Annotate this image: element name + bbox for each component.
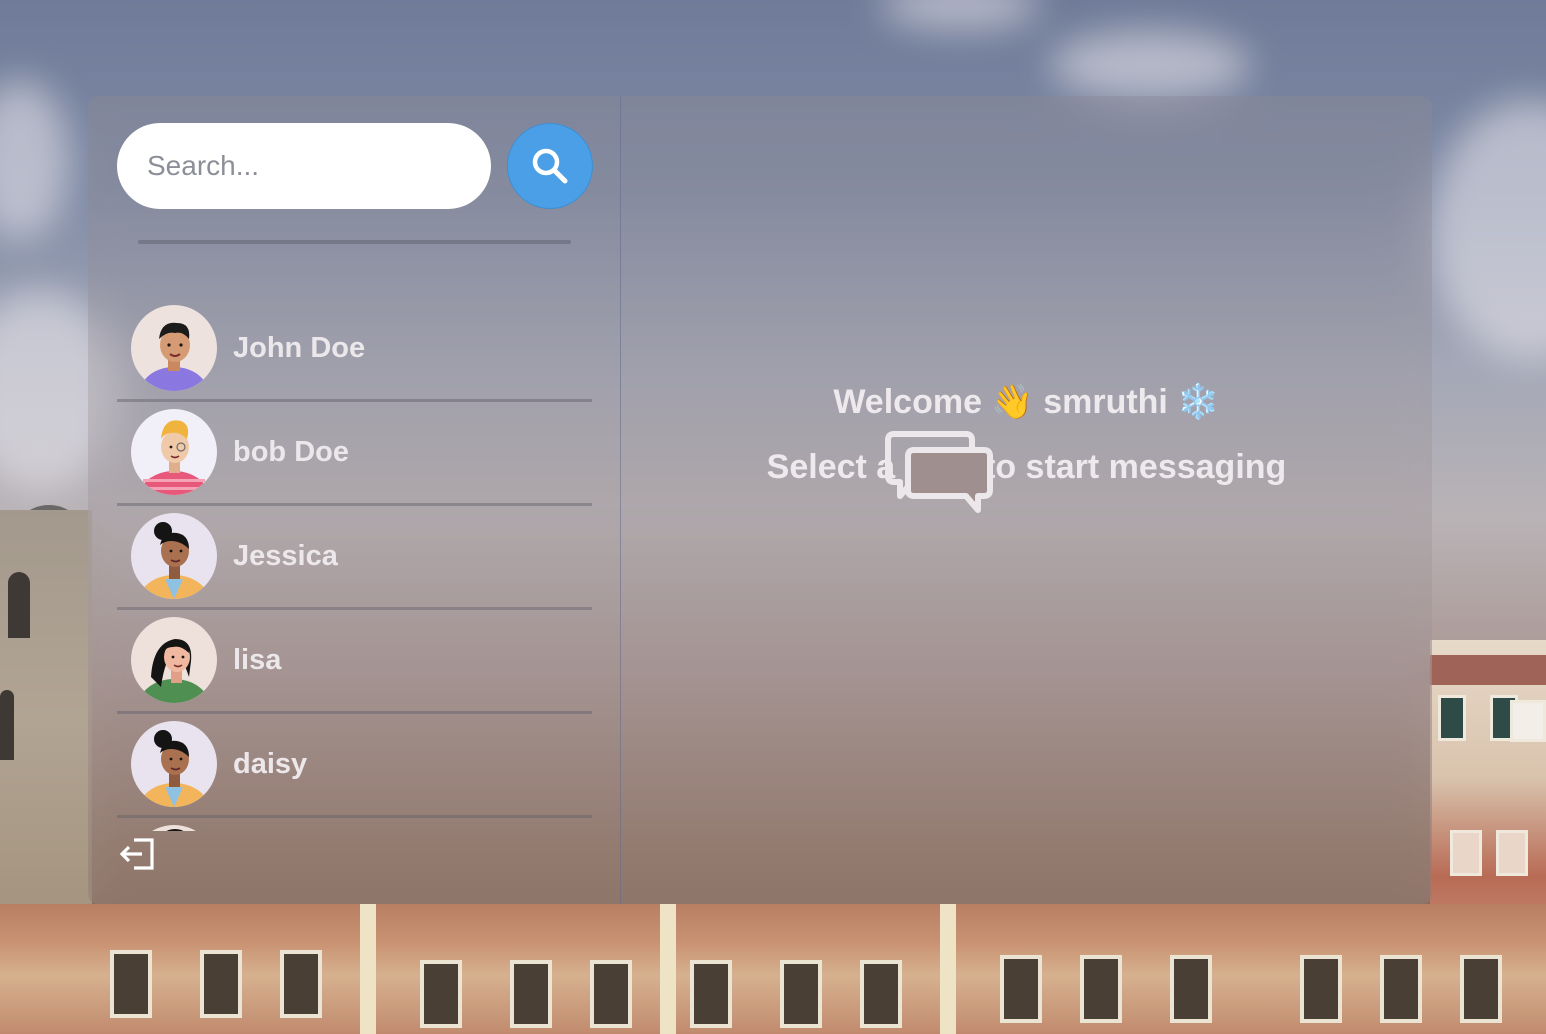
avatar <box>131 721 217 807</box>
chat-app-window: John Doe <box>88 96 1432 904</box>
chat-bubbles-icon <box>885 431 993 513</box>
search-button[interactable] <box>507 123 593 209</box>
search-input[interactable] <box>117 123 491 209</box>
conversation-item-john-doe[interactable]: John Doe <box>117 296 592 402</box>
conversation-item-partial[interactable] <box>117 816 592 831</box>
search-icon <box>532 148 568 184</box>
avatar <box>131 825 217 831</box>
search-bar <box>117 123 593 209</box>
conversation-item-jessica[interactable]: Jessica <box>117 504 592 610</box>
conversation-name: John Doe <box>233 331 366 364</box>
conversation-item-daisy[interactable]: daisy <box>117 712 592 818</box>
avatar <box>131 409 217 495</box>
conversation-item-lisa[interactable]: lisa <box>117 608 592 714</box>
select-chat-prompt: Select a chat to start messaging <box>766 448 1287 486</box>
sidebar: John Doe <box>88 96 621 904</box>
search-divider <box>138 240 571 244</box>
welcome-message: Welcome 👋 smruthi ❄️ <box>833 383 1220 421</box>
conversation-name: daisy <box>233 747 308 780</box>
chat-main-panel: Welcome 👋 smruthi ❄️ Select a chat to st… <box>621 96 1432 904</box>
conversation-list[interactable]: John Doe bob Doe Jessica lisa daisy <box>117 296 592 831</box>
avatar <box>131 513 217 599</box>
conversation-name: bob Doe <box>233 435 349 468</box>
avatar <box>131 305 217 391</box>
logout-icon <box>119 838 154 870</box>
avatar <box>131 617 217 703</box>
conversation-name: lisa <box>233 643 282 676</box>
logout-button[interactable] <box>118 834 160 874</box>
conversation-item-bob-doe[interactable]: bob Doe <box>117 400 592 506</box>
conversation-name: Jessica <box>233 539 338 572</box>
